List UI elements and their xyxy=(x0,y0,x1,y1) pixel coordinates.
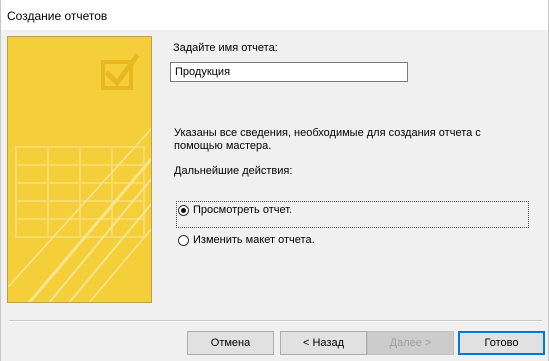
info-text: Указаны все сведения, необходимые для со… xyxy=(174,127,481,152)
radio-preview-label: Просмотреть отчет. xyxy=(193,204,293,216)
radio-modify-layout[interactable]: Изменить макет отчета. xyxy=(178,231,315,249)
report-wizard-window: Создание отчетов Задайте имя отчета: Про… xyxy=(0,0,549,361)
radio-preview-report[interactable]: Просмотреть отчет. xyxy=(178,201,292,219)
banner-illustration xyxy=(8,37,151,302)
report-name-input[interactable]: Продукция xyxy=(170,62,408,82)
radio-button-checked[interactable] xyxy=(178,204,189,216)
title-bar: Создание отчетов xyxy=(1,0,548,30)
back-button[interactable]: < Назад xyxy=(280,331,367,355)
radio-modify-label: Изменить макет отчета. xyxy=(193,234,315,246)
radio-button-unchecked[interactable] xyxy=(178,234,189,246)
finish-button[interactable]: Готово xyxy=(458,331,545,355)
cancel-button[interactable]: Отмена xyxy=(187,331,274,355)
next-button[interactable]: Далее > xyxy=(367,331,454,355)
report-name-label: Задайте имя отчета: xyxy=(173,42,278,54)
wizard-banner-image xyxy=(7,36,152,303)
footer-divider xyxy=(9,320,542,322)
next-actions-label: Дальнейшие действия: xyxy=(174,165,293,177)
window-title: Создание отчетов xyxy=(7,9,108,23)
